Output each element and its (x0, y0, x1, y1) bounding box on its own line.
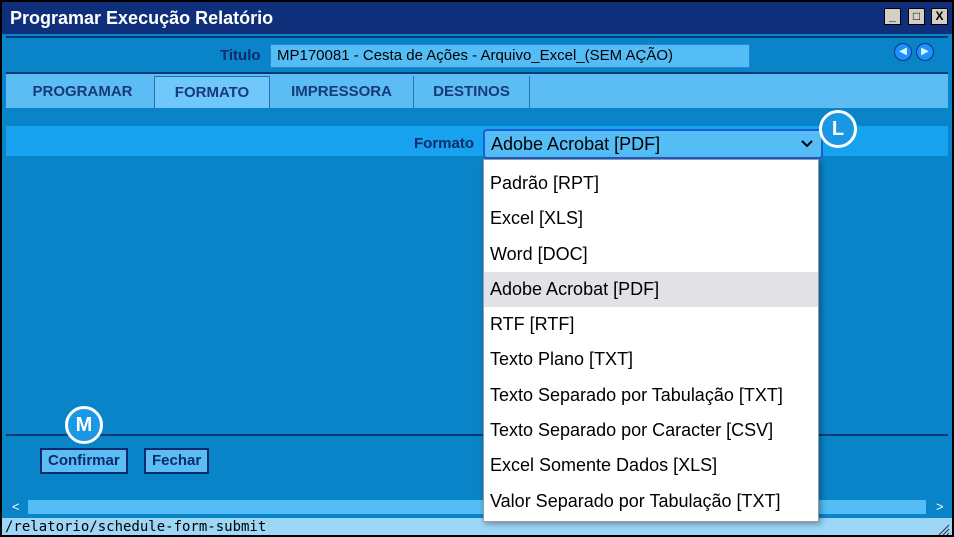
tab-impressora[interactable]: IMPRESSORA (270, 76, 414, 110)
window-titlebar: Programar Execução Relatório _ □ X (2, 2, 952, 34)
title-label: Titulo (220, 47, 261, 64)
format-option[interactable]: Texto Plano [TXT] (484, 342, 818, 377)
tab-formato[interactable]: FORMATO (154, 76, 270, 111)
format-option[interactable]: Texto Separado por Tabulação [TXT] (484, 378, 818, 413)
window-title: Programar Execução Relatório (10, 8, 274, 28)
title-row: Titulo MP170081 - Cesta de Ações - Arqui… (6, 36, 948, 72)
status-text: /relatorio/schedule-form-submit (5, 519, 267, 535)
format-option[interactable]: Excel [XLS] (484, 201, 818, 236)
tab-bar: PROGRAMAR FORMATO IMPRESSORA DESTINOS (6, 72, 948, 111)
format-dropdown-list: Padrão [RPT] Excel [XLS] Word [DOC] Adob… (483, 159, 819, 522)
annotation-badge-m: M (65, 406, 103, 444)
report-schedule-window: Programar Execução Relatório _ □ X Titul… (0, 0, 954, 537)
resize-grip-icon[interactable] (936, 522, 950, 535)
next-arrow-icon[interactable]: ▶ (916, 43, 934, 61)
confirm-button[interactable]: Confirmar (40, 448, 128, 474)
format-option[interactable]: Texto Separado por Caracter [CSV] (484, 413, 818, 448)
format-option[interactable]: Valor Separado por Tabulação [TXT] (484, 484, 818, 519)
tab-programar[interactable]: PROGRAMAR (10, 76, 156, 110)
format-select-value: Adobe Acrobat [PDF] (491, 134, 661, 154)
format-label: Formato (414, 135, 474, 152)
tab-destinos[interactable]: DESTINOS (414, 76, 530, 110)
scroll-right-icon[interactable]: > (936, 499, 944, 514)
format-select[interactable]: Adobe Acrobat [PDF] (483, 129, 823, 159)
annotation-badge-l: L (819, 110, 857, 148)
format-option-selected[interactable]: Adobe Acrobat [PDF] (484, 271, 818, 308)
minimize-button[interactable]: _ (884, 8, 901, 25)
format-option[interactable]: Padrão [RPT] (484, 166, 818, 201)
close-window-button[interactable]: X (931, 8, 948, 25)
format-option[interactable]: RTF [RTF] (484, 307, 818, 342)
title-input[interactable]: MP170081 - Cesta de Ações - Arquivo_Exce… (270, 44, 750, 68)
chevron-down-icon (801, 137, 813, 152)
maximize-button[interactable]: □ (908, 8, 925, 25)
close-button[interactable]: Fechar (144, 448, 210, 474)
prev-arrow-icon[interactable]: ◀ (894, 43, 912, 61)
scroll-left-icon[interactable]: < (12, 499, 20, 514)
format-option[interactable]: Excel Somente Dados [XLS] (484, 448, 818, 483)
format-option[interactable]: Word [DOC] (484, 237, 818, 272)
